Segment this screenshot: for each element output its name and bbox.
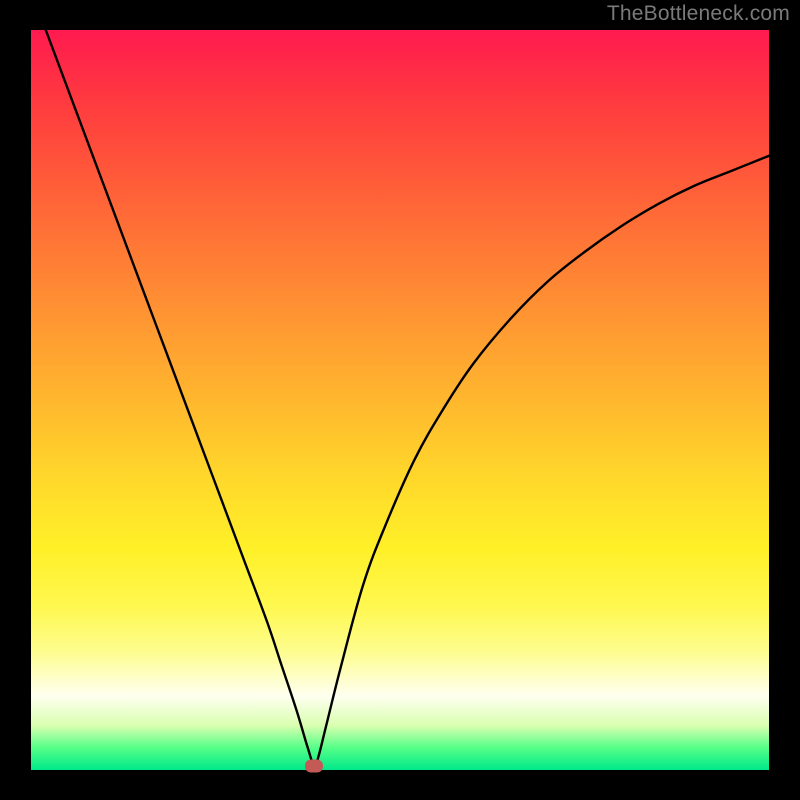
watermark-text: TheBottleneck.com [607, 2, 790, 26]
optimum-marker [305, 760, 323, 773]
chart-frame: TheBottleneck.com [0, 0, 800, 800]
plot-area [31, 30, 769, 770]
bottleneck-curve [31, 30, 769, 770]
